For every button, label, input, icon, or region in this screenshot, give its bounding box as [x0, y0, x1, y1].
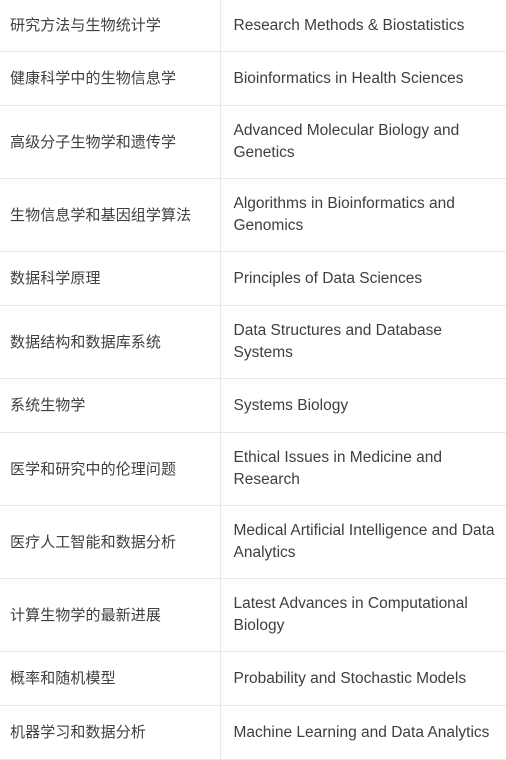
table-row[interactable]: 高级分子生物学和遗传学 Advanced Molecular Biology an… [0, 105, 506, 179]
course-name-chinese: 健康科学中的生物信息学 [0, 51, 221, 106]
course-name-english: Data Structures and Database Systems [233, 322, 443, 361]
course-name-english: Ethical Issues in Medicine and Research [233, 449, 443, 488]
table-row[interactable]: 计算生物学的最新进展 Latest Advances in Computation… [0, 578, 506, 652]
course-name-english: Latest Advances in Computational Biology [233, 595, 468, 634]
table-row[interactable]: 机器学习和数据分析 Machine Learning and Data Analy… [0, 705, 506, 760]
course-list-table: 研究方法与生物统计学 Research Methods & Biostatisti… [0, 0, 506, 760]
course-name-chinese: 数据科学原理 [0, 251, 221, 306]
course-name-english: Systems Biology [233, 396, 349, 414]
course-name-english: Algorithms in Bioinformatics and Genomic… [233, 195, 455, 234]
course-name-chinese: 数据结构和数据库系统 [0, 305, 221, 379]
course-name-chinese: 生物信息学和基因组学算法 [0, 178, 221, 252]
course-name-chinese: 高级分子生物学和遗传学 [0, 105, 221, 179]
table-row[interactable]: 研究方法与生物统计学 Research Methods & Biostatisti… [0, 0, 506, 52]
course-name-chinese: 医疗人工智能和数据分析 [0, 505, 221, 579]
course-name-chinese: 计算生物学的最新进展 [0, 578, 221, 652]
course-name-english: Bioinformatics in Health Sciences [233, 69, 464, 87]
course-name-english: Research Methods & Biostatistics [233, 16, 465, 34]
table-row[interactable]: 医学和研究中的伦理问题 Ethical Issues in Medicine an… [0, 432, 506, 506]
table-row[interactable]: 系统生物学 Systems Biology [0, 378, 506, 433]
course-name-english: Probability and Stochastic Models [233, 669, 467, 687]
course-name-english: Medical Artificial Intelligence and Data… [233, 522, 495, 561]
table-row[interactable]: 医疗人工智能和数据分析 Medical Artificial Intelligen… [0, 505, 506, 579]
course-name-english: Machine Learning and Data Analytics [233, 723, 490, 741]
course-name-english: Principles of Data Sciences [233, 269, 423, 287]
table-row[interactable]: 数据结构和数据库系统 Data Structures and Database S… [0, 305, 506, 379]
course-name-chinese: 系统生物学 [0, 378, 221, 433]
course-name-chinese: 概率和随机模型 [0, 651, 221, 706]
table-row[interactable]: 健康科学中的生物信息学 Bioinformatics in Health Scie… [0, 51, 506, 106]
course-name-english: Advanced Molecular Biology and Genetics [233, 122, 460, 161]
table-row[interactable]: 数据科学原理 Principles of Data Sciences [0, 251, 506, 306]
course-name-chinese: 医学和研究中的伦理问题 [0, 432, 221, 506]
course-name-chinese: 研究方法与生物统计学 [0, 0, 221, 52]
course-name-chinese: 机器学习和数据分析 [0, 705, 221, 760]
course-table-body: 研究方法与生物统计学 Research Methods & Biostatisti… [0, 0, 506, 760]
table-row[interactable]: 概率和随机模型 Probability and Stochastic Models [0, 651, 506, 706]
table-row[interactable]: 生物信息学和基因组学算法 Algorithms in Bioinformatics… [0, 178, 506, 252]
